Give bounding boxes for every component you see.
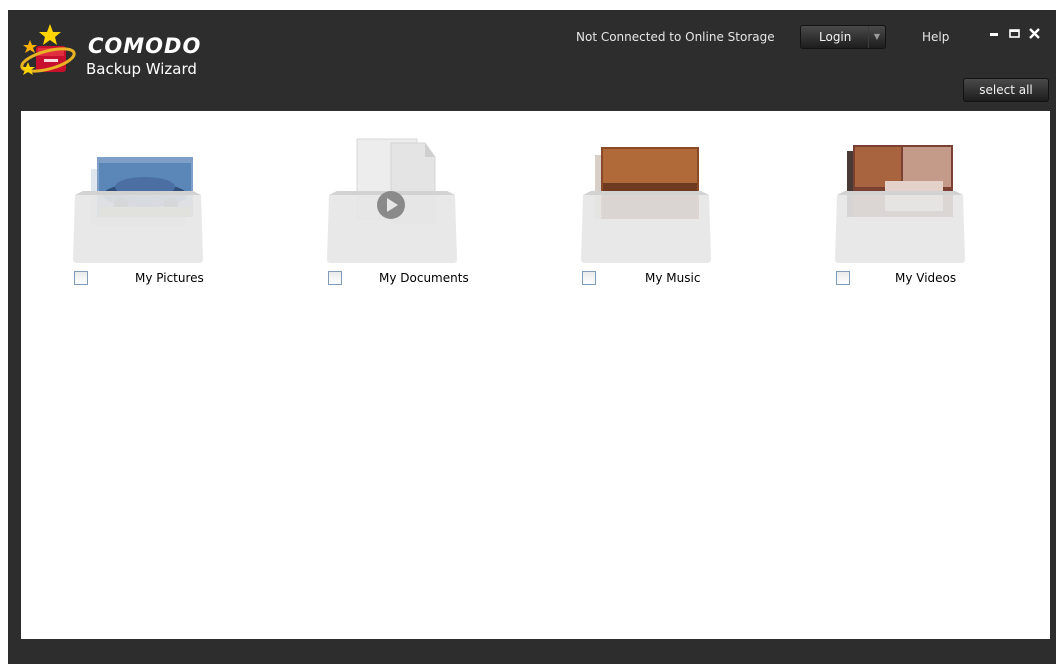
folder-label-pictures: My Pictures: [135, 271, 204, 285]
folder-item-documents[interactable]: My Documents: [301, 111, 501, 291]
login-button[interactable]: Login ▼: [800, 25, 886, 49]
folder-item-pictures[interactable]: My Pictures: [47, 111, 247, 291]
folder-panel: My Pictures My Documents My Music My Vid…: [21, 111, 1050, 639]
videos-folder-icon: [835, 145, 965, 263]
brand-name: COMODO: [88, 34, 202, 58]
folder-label-videos: My Videos: [895, 271, 957, 285]
app-window: COMODO Backup Wizard Not Connected to On…: [8, 10, 1056, 664]
pictures-folder-icon: [73, 157, 203, 263]
minimize-icon[interactable]: [988, 28, 1002, 40]
maximize-icon[interactable]: [1008, 28, 1022, 40]
music-checkbox[interactable]: [582, 271, 596, 285]
comodo-logo-icon: [20, 24, 76, 75]
storage-status: Not Connected to Online Storage: [576, 30, 775, 44]
documents-checkbox[interactable]: [328, 271, 342, 285]
select-all-button[interactable]: select all: [963, 78, 1049, 102]
chevron-down-icon[interactable]: ▼: [868, 26, 885, 48]
close-icon[interactable]: [1028, 28, 1042, 40]
folder-label-documents: My Documents: [379, 271, 469, 285]
folder-item-videos[interactable]: My Videos: [809, 111, 1009, 291]
folder-item-music[interactable]: My Music: [555, 111, 755, 291]
login-label: Login: [819, 30, 852, 44]
music-folder-icon: [581, 147, 711, 263]
documents-folder-icon: [327, 138, 457, 263]
help-link[interactable]: Help: [922, 30, 949, 44]
pictures-checkbox[interactable]: [74, 271, 88, 285]
brand-subtitle: Backup Wizard: [86, 60, 197, 78]
folder-label-music: My Music: [645, 271, 701, 285]
videos-checkbox[interactable]: [836, 271, 850, 285]
